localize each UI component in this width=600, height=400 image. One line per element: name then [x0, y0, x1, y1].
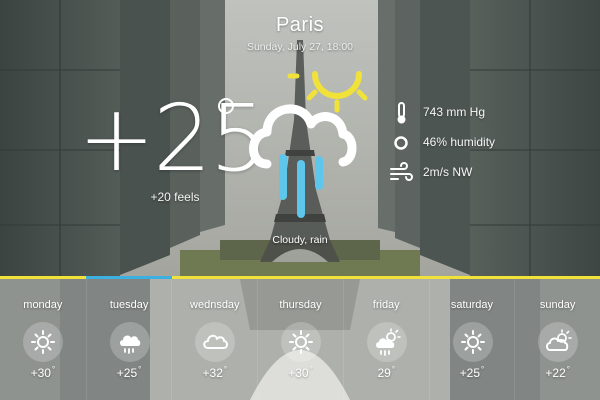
- forecast-day-monday[interactable]: monday +30°: [0, 279, 86, 400]
- sun-icon: [289, 330, 314, 354]
- day-name: thursday: [279, 299, 322, 311]
- day-temperature: +25°: [87, 365, 172, 380]
- forecast-day-saturday[interactable]: saturday +25°: [428, 279, 515, 400]
- sun-rain-icon: [375, 328, 401, 356]
- forecast-day-tuesday[interactable]: tuesday +25°: [85, 279, 172, 400]
- wind-stat: 2m/s NW: [385, 161, 545, 185]
- day-temperature: +30°: [258, 365, 343, 380]
- cloud-icon: [203, 334, 229, 349]
- wind-icon: [390, 162, 413, 181]
- degree-symbol: °: [138, 365, 142, 374]
- day-name: friday: [372, 299, 400, 311]
- day-icon-container: [366, 322, 407, 362]
- degree-symbol: [218, 98, 234, 114]
- thermometer-icon: [397, 102, 406, 124]
- day-temp-value: 29: [377, 366, 391, 380]
- day-name: tuesday: [109, 299, 149, 311]
- day-icon-container: [109, 322, 150, 362]
- day-temperature: +25°: [430, 365, 515, 380]
- degree-symbol: °: [481, 365, 485, 374]
- day-temperature: 29°: [344, 365, 429, 380]
- date-time: Sunday, July 27, 18:00: [246, 41, 354, 53]
- day-temperature: +30°: [0, 365, 86, 380]
- forecast-day-wednsday[interactable]: wednsday +32°: [171, 279, 257, 400]
- day-temp-value: +25: [116, 366, 138, 380]
- forecast-days: monday +30° tuesday +25° wednsday +32° t…: [0, 279, 600, 400]
- day-icon-container: [23, 322, 63, 362]
- day-temperature: +22°: [515, 365, 600, 380]
- day-temperature: +32°: [172, 365, 257, 380]
- condition-label: Cloudy, rain: [272, 234, 328, 246]
- humidity-icon: [394, 136, 408, 150]
- cloud-rain-icon: [119, 335, 140, 354]
- degree-symbol: °: [566, 365, 570, 374]
- day-icon-container: [195, 322, 236, 362]
- current-temperature: +25: [78, 84, 268, 194]
- day-name: sunday: [539, 299, 576, 311]
- sun-icon: [460, 330, 485, 354]
- humidity-label: 46% humidity: [423, 135, 496, 149]
- pressure-stat: 743 mm Hg: [385, 101, 545, 125]
- day-icon-container: [281, 322, 322, 362]
- degree-symbol: °: [309, 365, 313, 374]
- day-icon-container: [452, 322, 493, 362]
- weather-app: Paris Sunday, July 27, 18:00 +25 +20 fee…: [0, 0, 600, 400]
- day-temp-value: +30: [288, 366, 309, 380]
- sun-cloud-icon: [546, 329, 573, 351]
- city-name: Paris: [275, 14, 325, 36]
- sun-icon: [31, 330, 55, 354]
- humidity-stat: 46% humidity: [385, 131, 545, 155]
- day-temp-value: +30: [30, 366, 51, 380]
- feels-like: +20 feels: [150, 190, 200, 204]
- cloud-rain-sun-icon: [249, 71, 368, 218]
- day-icon-container: [538, 322, 579, 362]
- day-temp-value: +32: [202, 366, 223, 380]
- day-temp-value: +25: [459, 366, 481, 380]
- day-name: monday: [23, 299, 63, 311]
- forecast-day-friday[interactable]: friday 29°: [342, 279, 429, 400]
- wind-label: 2m/s NW: [423, 165, 473, 179]
- day-name: saturday: [450, 299, 494, 311]
- temperature-value: +25: [78, 85, 268, 192]
- day-name: wednsday: [190, 299, 240, 311]
- degree-symbol: °: [391, 365, 396, 374]
- pressure-label: 743 mm Hg: [423, 105, 486, 119]
- forecast-day-thursday[interactable]: thursday +30°: [257, 279, 343, 400]
- day-temp-value: +22: [545, 366, 566, 380]
- degree-symbol: °: [223, 365, 228, 374]
- forecast-day-sunday[interactable]: sunday +22°: [514, 279, 600, 400]
- degree-symbol: °: [51, 365, 56, 374]
